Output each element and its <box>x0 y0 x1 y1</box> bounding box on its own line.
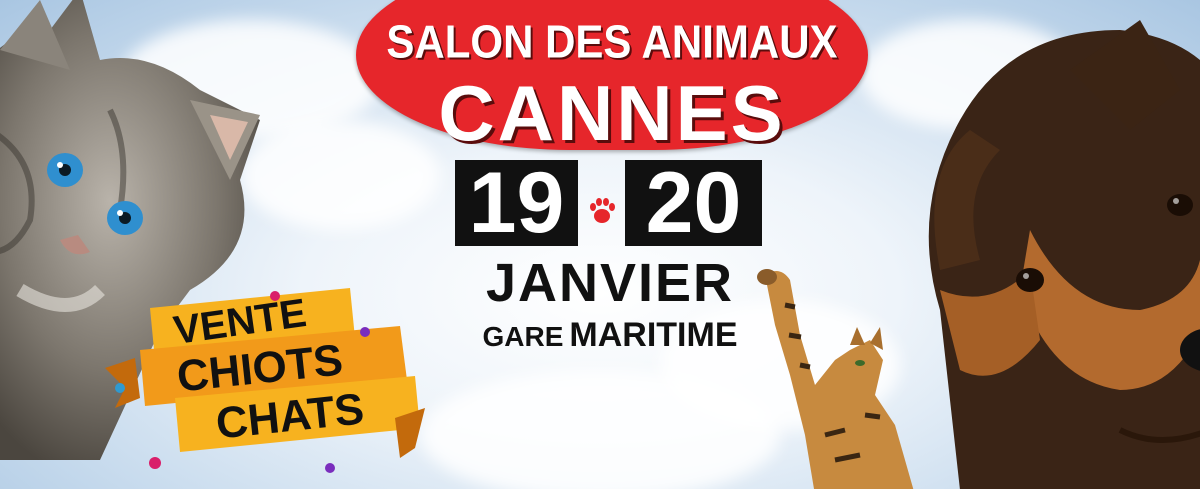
venue: GARE MARITIME <box>430 316 790 355</box>
date-month: JANVIER <box>485 253 735 313</box>
venue-word-1: GARE <box>482 321 564 352</box>
event-banner: VENTE CHIOTS CHATS SALON DES ANIMAUX CAN… <box>0 0 1200 489</box>
event-title-city: CANNES <box>438 69 786 157</box>
venue-word-2: MARITIME <box>569 316 738 354</box>
date-day-1: 19 <box>455 160 578 246</box>
paw-icon <box>590 198 615 223</box>
puppy-image <box>928 20 1200 489</box>
date-day-2: 20 <box>625 160 762 246</box>
event-title-line1: SALON DES ANIMAUX <box>386 15 838 68</box>
